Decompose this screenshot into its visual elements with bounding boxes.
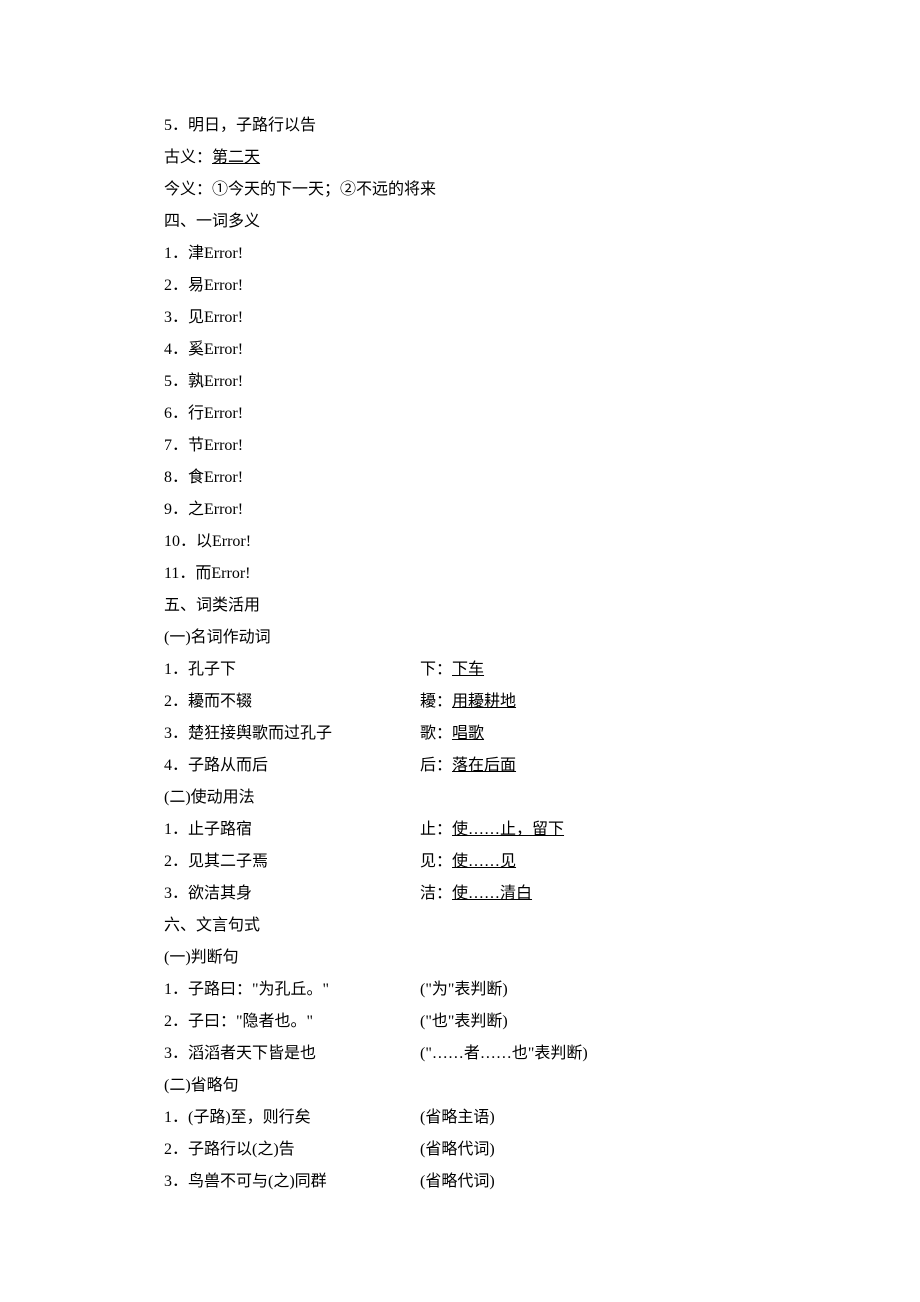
right-underlined-text: 唱歌 — [452, 725, 484, 742]
text-line: 2．易Error! — [164, 270, 756, 302]
right-label: 后： — [420, 757, 452, 774]
left-column-text: 4．子路从而后 — [164, 750, 420, 782]
right-column: 歌：唱歌 — [420, 718, 756, 750]
text-line: 3．见Error! — [164, 302, 756, 334]
document-page: 5．明日，子路行以告古义：第二天今义：①今天的下一天；②不远的将来四、一词多义1… — [0, 0, 920, 1258]
text-line: 8．食Error! — [164, 462, 756, 494]
two-column-line: 3．楚狂接舆歌而过孔子歌：唱歌 — [164, 718, 756, 750]
text-content: 10．以Error! — [164, 526, 251, 558]
text-content: 8．食Error! — [164, 462, 243, 494]
two-column-line: 1．止子路宿止：使……止，留下 — [164, 814, 756, 846]
right-underlined-text: 使……清白 — [452, 885, 532, 902]
text-line: 5．明日，子路行以告 — [164, 110, 756, 142]
right-underlined-text: 落在后面 — [452, 757, 516, 774]
two-column-line: 2．见其二子焉见：使……见 — [164, 846, 756, 878]
right-label: 耰： — [420, 693, 452, 710]
right-column-text: (省略代词) — [420, 1166, 756, 1198]
right-label: 歌： — [420, 725, 452, 742]
right-column: 下：下车 — [420, 654, 756, 686]
text-line: 五、词类活用 — [164, 590, 756, 622]
text-content: 5．孰Error! — [164, 366, 243, 398]
text-line: (一)名词作动词 — [164, 622, 756, 654]
text-content: 6．行Error! — [164, 398, 243, 430]
label-text: 古义： — [164, 142, 212, 174]
left-column-text: 3．欲洁其身 — [164, 878, 420, 910]
right-column-text: (省略主语) — [420, 1102, 756, 1134]
left-column-text: 2．见其二子焉 — [164, 846, 420, 878]
left-column-text: 2．子路行以(之)告 — [164, 1134, 420, 1166]
right-underlined-text: 下车 — [452, 661, 484, 678]
right-column: 后：落在后面 — [420, 750, 756, 782]
text-line: 四、一词多义 — [164, 206, 756, 238]
text-content: 4．奚Error! — [164, 334, 243, 366]
text-content: 今义：①今天的下一天；②不远的将来 — [164, 174, 436, 206]
two-column-line: 2．子路行以(之)告(省略代词) — [164, 1134, 756, 1166]
right-column: 见：使……见 — [420, 846, 756, 878]
right-label: 止： — [420, 821, 452, 838]
two-column-line: 4．子路从而后后：落在后面 — [164, 750, 756, 782]
two-column-line: 1．子路曰："为孔丘。"("为"表判断) — [164, 974, 756, 1006]
text-line: 5．孰Error! — [164, 366, 756, 398]
right-column: 止：使……止，留下 — [420, 814, 756, 846]
left-column-text: 1．(子路)至，则行矣 — [164, 1102, 420, 1134]
right-underlined-text: 用耰耕地 — [452, 693, 516, 710]
right-underlined-text: 使……见 — [452, 853, 516, 870]
text-line: 11．而Error! — [164, 558, 756, 590]
two-column-line: 2．耰而不辍耰：用耰耕地 — [164, 686, 756, 718]
left-column-text: 3．楚狂接舆歌而过孔子 — [164, 718, 420, 750]
text-content: (一)判断句 — [164, 942, 239, 974]
right-column: 耰：用耰耕地 — [420, 686, 756, 718]
right-label: 洁： — [420, 885, 452, 902]
text-content: 7．节Error! — [164, 430, 243, 462]
text-line: 六、文言句式 — [164, 910, 756, 942]
left-column-text: 2．子曰："隐者也。" — [164, 1006, 420, 1038]
left-column-text: 2．耰而不辍 — [164, 686, 420, 718]
text-content: 五、词类活用 — [164, 590, 260, 622]
text-content: (二)使动用法 — [164, 782, 255, 814]
text-content: 11．而Error! — [164, 558, 251, 590]
left-column-text: 1．子路曰："为孔丘。" — [164, 974, 420, 1006]
right-column-text: ("为"表判断) — [420, 974, 756, 1006]
text-line: (二)省略句 — [164, 1070, 756, 1102]
right-label: 下： — [420, 661, 452, 678]
right-column: 洁：使……清白 — [420, 878, 756, 910]
right-column-text: (省略代词) — [420, 1134, 756, 1166]
left-column-text: 1．止子路宿 — [164, 814, 420, 846]
two-column-line: 1．(子路)至，则行矣(省略主语) — [164, 1102, 756, 1134]
underlined-text: 第二天 — [212, 142, 260, 174]
text-line: 1．津Error! — [164, 238, 756, 270]
two-column-line: 3．欲洁其身洁：使……清白 — [164, 878, 756, 910]
labeled-line: 古义：第二天 — [164, 142, 756, 174]
text-line: 7．节Error! — [164, 430, 756, 462]
right-column-text: ("也"表判断) — [420, 1006, 756, 1038]
text-line: 6．行Error! — [164, 398, 756, 430]
text-content: 2．易Error! — [164, 270, 243, 302]
text-content: (二)省略句 — [164, 1070, 239, 1102]
right-column-text: ("……者……也"表判断) — [420, 1038, 756, 1070]
two-column-line: 1．孔子下下：下车 — [164, 654, 756, 686]
text-line: 4．奚Error! — [164, 334, 756, 366]
right-label: 见： — [420, 853, 452, 870]
right-underlined-text: 使……止，留下 — [452, 821, 564, 838]
text-line: 9．之Error! — [164, 494, 756, 526]
two-column-line: 3．鸟兽不可与(之)同群(省略代词) — [164, 1166, 756, 1198]
text-content: 六、文言句式 — [164, 910, 260, 942]
text-content: 1．津Error! — [164, 238, 243, 270]
left-column-text: 3．鸟兽不可与(之)同群 — [164, 1166, 420, 1198]
two-column-line: 3．滔滔者天下皆是也("……者……也"表判断) — [164, 1038, 756, 1070]
text-content: 3．见Error! — [164, 302, 243, 334]
text-content: 9．之Error! — [164, 494, 243, 526]
text-content: (一)名词作动词 — [164, 622, 271, 654]
text-line: (二)使动用法 — [164, 782, 756, 814]
text-content: 四、一词多义 — [164, 206, 260, 238]
left-column-text: 1．孔子下 — [164, 654, 420, 686]
two-column-line: 2．子曰："隐者也。"("也"表判断) — [164, 1006, 756, 1038]
text-content: 5．明日，子路行以告 — [164, 110, 316, 142]
text-line: 10．以Error! — [164, 526, 756, 558]
left-column-text: 3．滔滔者天下皆是也 — [164, 1038, 420, 1070]
text-line: (一)判断句 — [164, 942, 756, 974]
text-line: 今义：①今天的下一天；②不远的将来 — [164, 174, 756, 206]
